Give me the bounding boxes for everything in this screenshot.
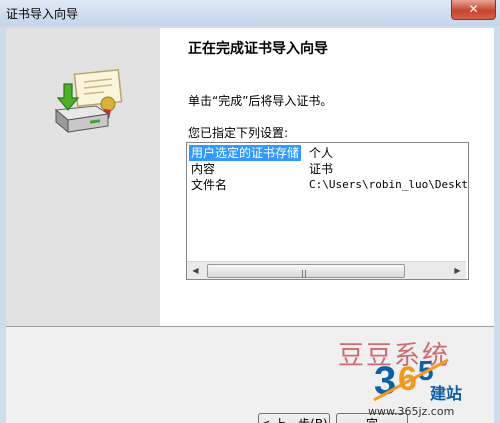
settings-list[interactable]: 用户选定的证书存储 个人 内容 证书 文件名 C:\Users\robin_lu… — [186, 142, 469, 280]
certificate-import-icon — [54, 68, 123, 134]
list-item[interactable]: 用户选定的证书存储 个人 — [187, 145, 466, 161]
page-title: 正在完成证书导入向导 — [188, 41, 328, 57]
back-button[interactable]: < 上一步(B) — [258, 413, 330, 423]
wizard-window: 证书导入向导 ✕ 正在完成证书导入向导 单击“完成”后将导入证书。 您已指定下列… — [0, 0, 500, 423]
setting-name: 文件名 — [191, 178, 228, 192]
wizard-client-area: 正在完成证书导入向导 单击“完成”后将导入证书。 您已指定下列设置: 用户选定的… — [6, 28, 494, 423]
setting-value: 个人 — [309, 146, 334, 160]
title-bar[interactable]: 证书导入向导 ✕ — [0, 0, 500, 26]
scrollbar-thumb[interactable] — [207, 264, 405, 278]
scroll-right-arrow-icon[interactable]: ▶ — [449, 262, 466, 279]
setting-value: C:\Users\robin_luo\Desktop\ — [309, 178, 468, 191]
window-title: 证书导入向导 — [6, 7, 79, 21]
list-item[interactable]: 内容 证书 — [187, 161, 466, 177]
grip-icon — [302, 267, 310, 278]
close-button[interactable]: ✕ — [451, 0, 496, 20]
horizontal-scrollbar[interactable]: ◀ ▶ — [187, 261, 466, 279]
wizard-side-panel — [6, 28, 160, 326]
list-item[interactable]: 文件名 C:\Users\robin_luo\Desktop\ — [187, 177, 468, 193]
instruction-text: 单击“完成”后将导入证书。 — [188, 94, 333, 108]
scroll-left-arrow-icon[interactable]: ◀ — [187, 262, 204, 279]
close-icon: ✕ — [468, 2, 479, 16]
setting-value: 证书 — [309, 162, 334, 176]
button-bar: < 上一步(B) 完 — [6, 327, 494, 423]
settings-label: 您已指定下列设置: — [188, 126, 289, 140]
finish-button[interactable]: 完 — [336, 413, 408, 423]
setting-name: 内容 — [191, 162, 216, 176]
setting-name: 用户选定的证书存储 — [189, 145, 302, 161]
